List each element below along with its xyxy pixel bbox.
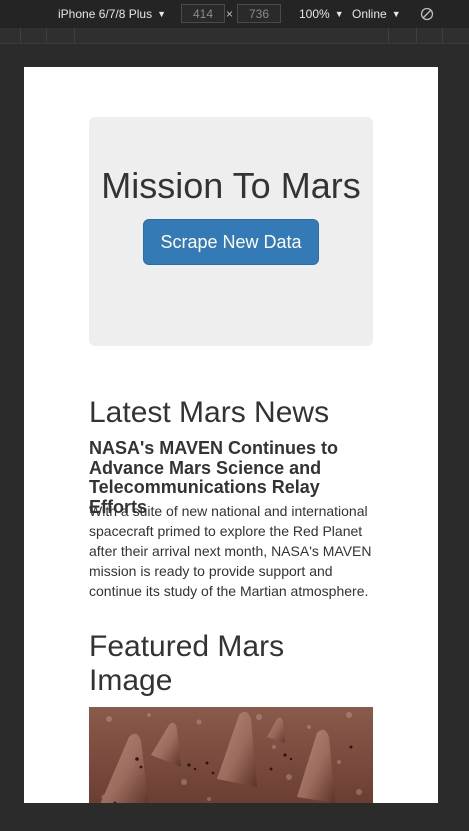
featured-mars-image[interactable] <box>89 707 373 803</box>
network-value: Online <box>352 7 387 21</box>
caret-down-icon: ▼ <box>157 9 166 19</box>
ruler-segment[interactable] <box>20 28 21 43</box>
devtools-toolbar: iPhone 6/7/8 Plus ▼ 414 × 736 100% ▼ Onl… <box>0 0 469 28</box>
device-selector[interactable]: iPhone 6/7/8 Plus ▼ <box>58 0 166 28</box>
zoom-value: 100% <box>299 7 330 21</box>
page-title: Mission To Mars <box>101 165 361 206</box>
jumbotron: Mission To Mars Scrape New Data <box>89 117 373 346</box>
height-input[interactable]: 736 <box>237 4 281 23</box>
ruler-segment[interactable] <box>74 28 75 43</box>
featured-image-heading: Featured Mars Image <box>89 630 285 697</box>
device-viewport: Mission To Mars Scrape New Data Latest M… <box>24 67 438 803</box>
media-query-bar <box>0 28 469 44</box>
network-throttle-selector[interactable]: Online ▼ <box>352 0 401 28</box>
caret-down-icon: ▼ <box>391 9 401 19</box>
zoom-selector[interactable]: 100% ▼ <box>299 0 344 28</box>
news-heading: Latest Mars News <box>89 396 330 429</box>
device-name: iPhone 6/7/8 Plus <box>58 7 153 21</box>
ruler-segment[interactable] <box>46 28 47 43</box>
scrape-button[interactable]: Scrape New Data <box>143 219 319 265</box>
ruler-segment[interactable] <box>388 28 389 43</box>
width-input[interactable]: 414 <box>181 4 225 23</box>
rotate-icon[interactable] <box>420 0 434 28</box>
caret-down-icon: ▼ <box>334 9 344 19</box>
ruler-segment[interactable] <box>442 28 443 43</box>
mars-dunes-image <box>89 707 373 803</box>
ruler-segment[interactable] <box>416 28 417 43</box>
dimension-separator: × <box>226 7 234 21</box>
news-paragraph: With a suite of new national and interna… <box>89 503 372 599</box>
